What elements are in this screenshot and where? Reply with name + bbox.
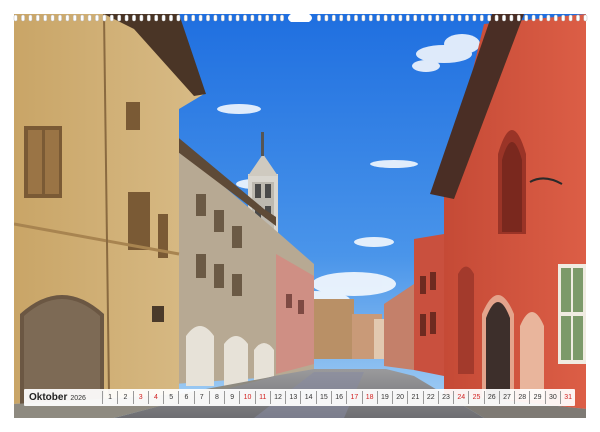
day-cell: 23 bbox=[437, 391, 453, 404]
day-cell: 28 bbox=[514, 391, 529, 404]
day-cell: 25 bbox=[468, 391, 483, 404]
day-cell: 5 bbox=[163, 391, 178, 404]
day-cell: 16 bbox=[330, 391, 346, 404]
day-cell: 19 bbox=[376, 391, 392, 404]
month-label: Oktober 2026 bbox=[24, 392, 102, 403]
calendar-photo bbox=[14, 14, 586, 418]
day-cell: 27 bbox=[498, 391, 514, 404]
day-cell: 20 bbox=[392, 391, 407, 404]
day-cell: 24 bbox=[453, 391, 468, 404]
day-cell: 4 bbox=[147, 391, 163, 404]
hanger-hole-icon bbox=[288, 14, 312, 22]
day-cell: 1 bbox=[102, 391, 117, 404]
day-cell: 9 bbox=[224, 391, 239, 404]
day-cell: 13 bbox=[285, 391, 300, 404]
month-name: Oktober bbox=[29, 392, 68, 403]
day-cell: 29 bbox=[529, 391, 544, 404]
day-cell: 12 bbox=[269, 391, 285, 404]
day-cell: 26 bbox=[483, 391, 499, 404]
calendar-strip: Oktober 2026 1 2 3 4 5 6 7 8 9 10 11 12 13 14 15 16 17 18 1… bbox=[24, 389, 575, 406]
day-cell: 10 bbox=[239, 391, 254, 404]
calendar-page: Oktober 2026 1 2 3 4 5 6 7 8 9 10 11 12 13 14 15 16 17 18 1… bbox=[0, 0, 600, 432]
day-cell: 7 bbox=[193, 391, 209, 404]
day-cell: 15 bbox=[315, 391, 331, 404]
day-cell: 6 bbox=[178, 391, 193, 404]
day-cell: 21 bbox=[407, 391, 422, 404]
day-cell: 17 bbox=[346, 391, 361, 404]
year-label: 2026 bbox=[70, 395, 86, 402]
wire-binding-icon bbox=[13, 14, 588, 22]
day-cell: 3 bbox=[132, 391, 148, 404]
day-cell: 11 bbox=[254, 391, 270, 404]
day-cell: 18 bbox=[361, 391, 377, 404]
day-cell: 8 bbox=[208, 391, 224, 404]
day-cell: 22 bbox=[422, 391, 438, 404]
day-cell: 2 bbox=[117, 391, 132, 404]
day-cell: 31 bbox=[559, 391, 575, 404]
day-cell: 30 bbox=[544, 391, 560, 404]
day-cell: 14 bbox=[300, 391, 315, 404]
day-list: 1 2 3 4 5 6 7 8 9 10 11 12 13 14 15 16 17 18 19 20 21 22 23 24 2… bbox=[102, 391, 575, 404]
